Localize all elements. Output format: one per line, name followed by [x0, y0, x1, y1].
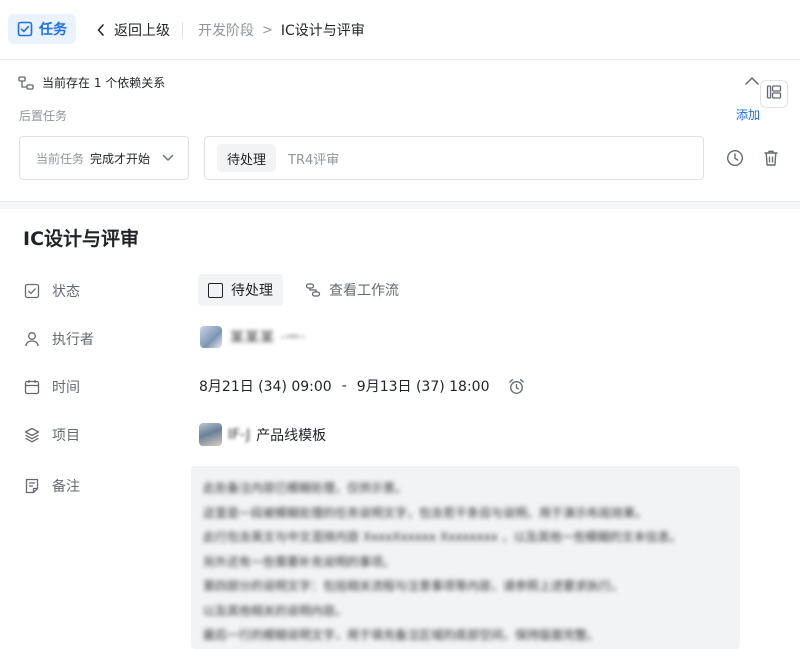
app-tab-label: 任务: [39, 22, 67, 38]
layers-icon: [24, 427, 40, 443]
top-bar: 任务 返回上级 开发阶段 > IC设计与评审: [0, 0, 800, 60]
notes-line: 这里是一段被模糊处理的任务说明文字，包含若干条目与说明，用于演示布局效果。: [203, 505, 648, 520]
section-divider: [0, 201, 800, 209]
project-field-label: 项目: [24, 425, 80, 445]
dependency-link-icon: [18, 75, 34, 90]
chevron-up-icon[interactable]: [744, 75, 760, 87]
trash-icon[interactable]: [763, 149, 779, 167]
notes-label-text: 备注: [52, 479, 80, 495]
app-tab-tasks[interactable]: 任务: [8, 14, 76, 44]
status-checkbox[interactable]: [208, 282, 223, 298]
avatar: [200, 326, 222, 348]
time-field-label: 时间: [24, 377, 80, 397]
notes-content[interactable]: 此处备注内容已模糊处理，仅供示意。 这里是一段被模糊处理的任务说明文字，包含若干…: [191, 466, 740, 649]
linked-task-name: TR4评审: [288, 152, 340, 168]
project-label-text: 项目: [52, 428, 80, 444]
status-selector[interactable]: 待处理: [198, 274, 283, 306]
project-avatar: [199, 423, 222, 446]
linked-task-status: 待处理: [217, 144, 277, 172]
dependency-type-select[interactable]: 当前任务 完成才开始: [19, 136, 189, 180]
notes-line: 此行包含英文与中文混排内容 XxxxXxxxxx Xxxxxxxx ，以及其他一…: [203, 530, 682, 544]
dependency-panel: 当前存在 1 个依赖关系 后置任务 添加 当前任务 完成才开始 待处理 TR4评…: [0, 61, 800, 201]
breadcrumb-current: IC设计与评审: [280, 23, 365, 39]
time-separator: -: [341, 378, 347, 394]
chevron-left-icon: [96, 23, 106, 37]
view-workflow-button[interactable]: 查看工作流: [305, 280, 399, 300]
assignee-field-label: 执行者: [24, 329, 94, 349]
assignee-label-text: 执行者: [52, 332, 94, 348]
linked-task-field[interactable]: 待处理 TR4评审: [204, 136, 704, 180]
status-value: 待处理: [231, 283, 273, 299]
status-label-text: 状态: [52, 284, 80, 300]
status-field-label: 状态: [24, 281, 80, 301]
notes-line: 最后一行的模糊说明文字，用于填充备注区域的底部空间，保持版面完整。: [203, 628, 600, 642]
breadcrumb-separator: >: [262, 22, 273, 38]
notes-line: 以及其他相关的说明内容。: [203, 603, 348, 618]
breadcrumb-parent[interactable]: 开发阶段: [198, 20, 254, 40]
side-panel-button[interactable]: [760, 80, 788, 108]
add-dependency-link[interactable]: 添加: [736, 106, 760, 123]
note-icon: [24, 478, 40, 494]
back-label: 返回上级: [114, 23, 170, 39]
alarm-clock-icon[interactable]: [508, 378, 525, 395]
notes-line: 另外还有一些需要补充说明的事项。: [203, 554, 396, 569]
back-button[interactable]: 返回上级: [96, 20, 170, 40]
header-divider: [182, 22, 183, 38]
side-panel-icon: [766, 84, 782, 104]
dependency-type-label: 当前任务: [36, 151, 85, 166]
project-name: 产品线模板: [256, 427, 327, 444]
dependency-type-value: 完成才开始: [90, 151, 151, 166]
view-workflow-label: 查看工作流: [329, 283, 399, 299]
assignee-name: 某某某 ·一·: [230, 330, 307, 346]
workflow-icon: [305, 282, 321, 298]
user-icon: [24, 331, 40, 347]
time-label-text: 时间: [52, 380, 80, 396]
assignee-value[interactable]: 某某某 ·一·: [200, 326, 306, 348]
dependency-header-text: 当前存在 1 个依赖关系: [42, 76, 166, 90]
time-range[interactable]: 8月21日 (34) 09:00 - 9月13日 (37) 18:00: [199, 376, 525, 396]
time-start: 8月21日 (34) 09:00: [199, 379, 332, 395]
chevron-down-icon: [162, 154, 174, 162]
checkbox-icon: [24, 283, 40, 299]
time-end: 9月13日 (37) 18:00: [356, 379, 490, 395]
breadcrumb: 开发阶段 > IC设计与评审: [198, 20, 365, 40]
project-value[interactable]: IF-J 产品线模板: [199, 423, 326, 446]
task-title[interactable]: IC设计与评审: [23, 224, 139, 251]
clock-icon[interactable]: [726, 149, 744, 167]
notes-line: 此处备注内容已模糊处理，仅供示意。: [203, 481, 408, 495]
notes-line: 第四部分的说明文字：包括相关流程与注意事项等内容，请参照上述要求执行。: [203, 579, 624, 593]
successor-label: 后置任务: [19, 109, 68, 123]
calendar-icon: [24, 379, 40, 395]
dependency-header[interactable]: 当前存在 1 个依赖关系: [18, 74, 165, 91]
checkbox-square-icon: [17, 21, 33, 37]
project-prefix: IF-J: [228, 426, 251, 443]
notes-field-label: 备注: [24, 476, 80, 496]
